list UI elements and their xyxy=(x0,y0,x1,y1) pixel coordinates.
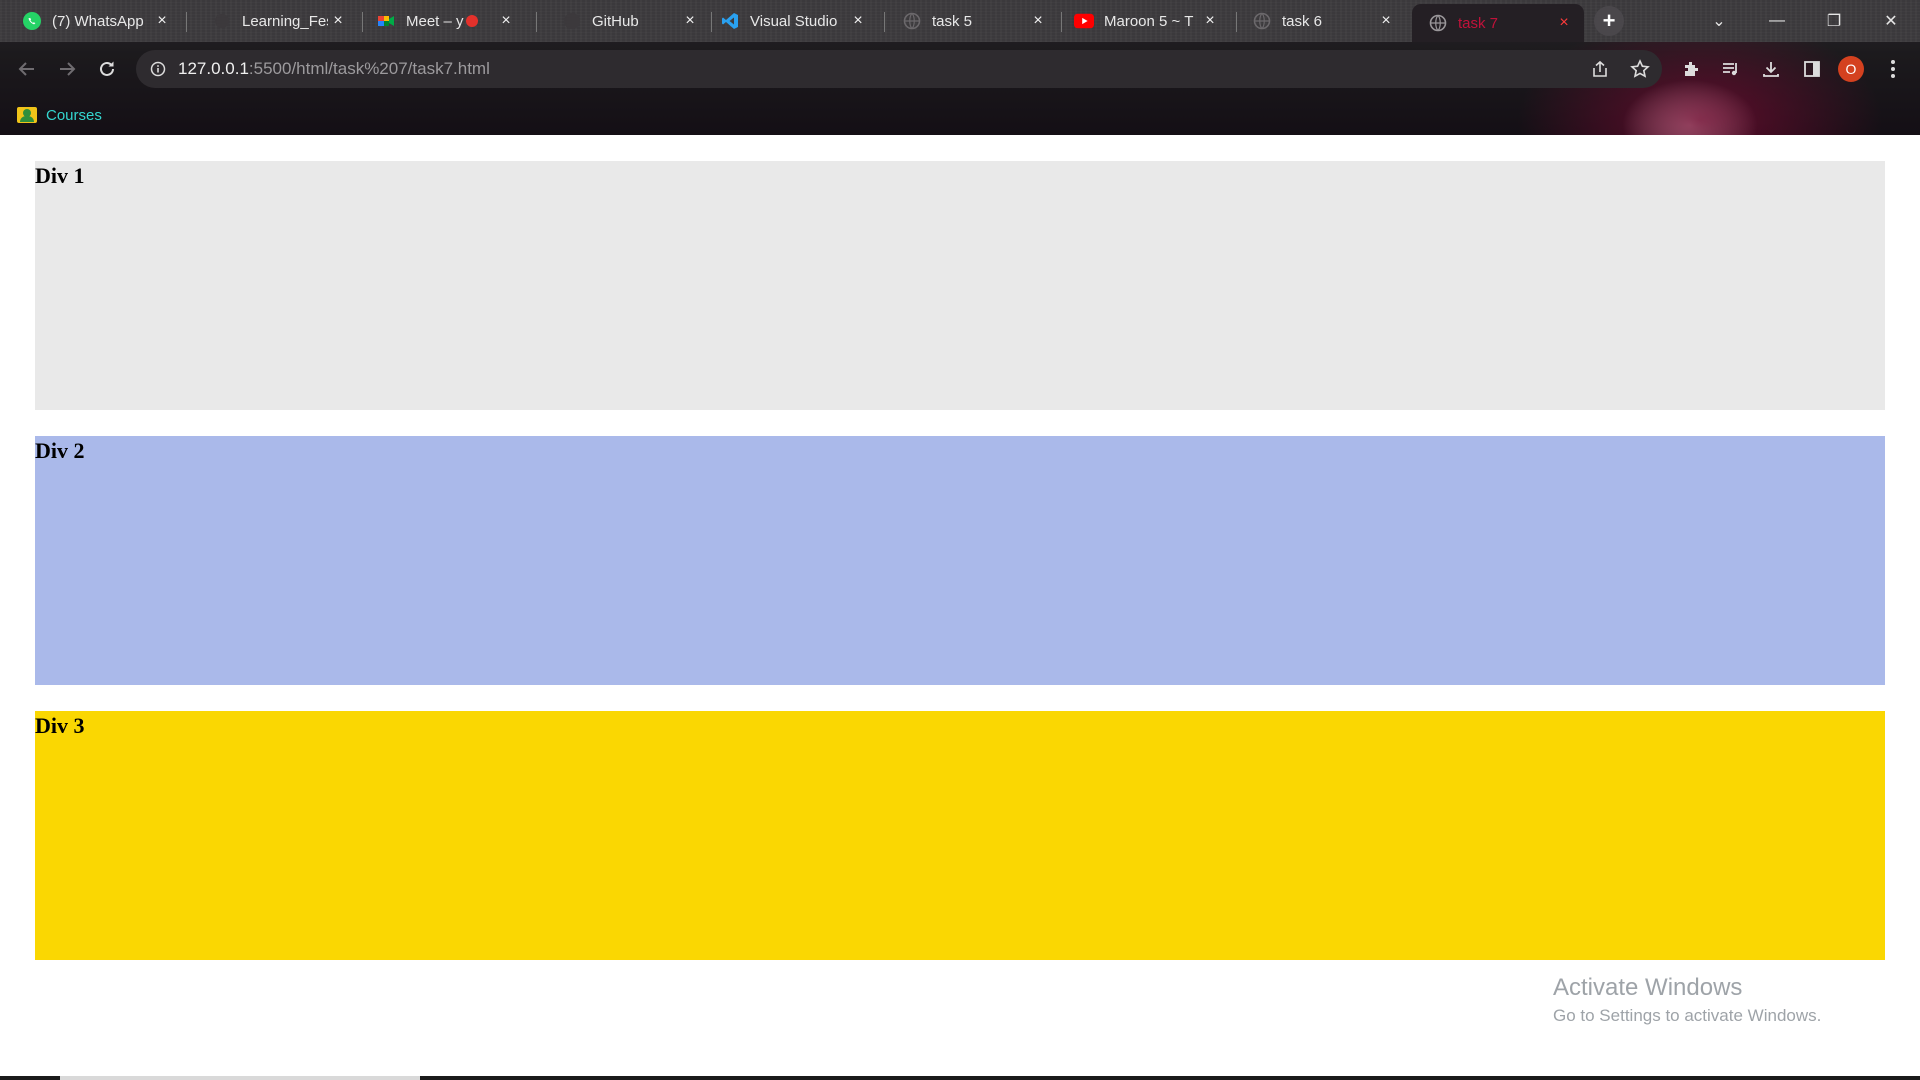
bookmark-courses[interactable]: Courses xyxy=(17,104,102,126)
div-heading: Div 2 xyxy=(35,438,85,463)
tab-maroon-5[interactable]: Maroon 5 ~ T × xyxy=(1052,4,1230,38)
tab-meet[interactable]: Meet – y × xyxy=(354,4,526,38)
watermark-title: Activate Windows xyxy=(1553,974,1743,1001)
back-arrow-icon xyxy=(18,62,34,76)
github-icon xyxy=(562,11,582,31)
bookmarks-bar: Courses xyxy=(0,96,1920,135)
side-panel-icon[interactable] xyxy=(1797,54,1827,84)
tab-separator xyxy=(536,12,537,32)
tab-learning[interactable]: Learning_Fes × xyxy=(190,4,358,38)
kebab-menu-icon[interactable] xyxy=(1878,54,1908,84)
forward-button[interactable] xyxy=(50,52,84,86)
tab-title: Learning_Fes xyxy=(242,12,328,30)
google-meet-icon xyxy=(376,11,396,31)
globe-icon xyxy=(1252,11,1272,31)
tab-search-button[interactable]: ⌄ xyxy=(1697,6,1741,36)
share-icon[interactable] xyxy=(1590,59,1610,79)
taskbar-highlight xyxy=(60,1076,420,1080)
profile-avatar[interactable]: O xyxy=(1838,56,1864,82)
watermark-subtitle: Go to Settings to activate Windows. xyxy=(1553,1006,1822,1025)
vscode-icon xyxy=(720,11,740,31)
site-info-icon[interactable] xyxy=(150,61,166,77)
bookmark-star-icon[interactable] xyxy=(1630,59,1650,79)
tab-title: Visual Studio xyxy=(750,12,838,30)
tab-github[interactable]: GitHub × xyxy=(540,4,710,38)
tab-close-icon[interactable]: × xyxy=(152,11,172,31)
minimize-button[interactable]: — xyxy=(1755,6,1799,36)
tab-task-7[interactable]: task 7 × xyxy=(1412,4,1584,42)
tab-task-5[interactable]: task 5 × xyxy=(880,4,1058,38)
recording-dot-icon xyxy=(466,15,478,27)
page-content: Div 1 Div 2 Div 3 Activate Windows Go to… xyxy=(0,135,1920,1080)
youtube-icon xyxy=(1074,11,1094,31)
tab-title: Maroon 5 ~ T xyxy=(1104,12,1194,30)
div-heading: Div 3 xyxy=(35,713,85,738)
tab-close-icon[interactable]: × xyxy=(328,11,348,31)
div-2-box: Div 2 xyxy=(35,436,1885,685)
download-icon[interactable] xyxy=(1756,54,1786,84)
tab-title: task 5 xyxy=(932,12,973,30)
globe-icon xyxy=(902,11,922,31)
forward-arrow-icon xyxy=(60,62,76,76)
reload-button[interactable] xyxy=(90,52,124,86)
tab-title: task 7 xyxy=(1458,14,1499,32)
tab-close-icon[interactable]: × xyxy=(680,11,700,31)
browser-toolbar: 127.0.0.1:5500/html/task%207/task7.html … xyxy=(0,42,1920,96)
tab-close-icon[interactable]: × xyxy=(1376,11,1396,31)
tab-title: Meet – y xyxy=(406,12,464,30)
url-path: :5500/html/task%207/task7.html xyxy=(248,59,490,78)
url-host: 127.0.0.1 xyxy=(178,59,249,78)
tab-title: task 6 xyxy=(1282,12,1323,30)
bookmark-label: Courses xyxy=(46,106,102,124)
globe-icon xyxy=(1428,13,1448,33)
div-3-box: Div 3 xyxy=(35,711,1885,960)
browser-chrome: (7) WhatsApp × Learning_Fes × Meet – y × xyxy=(0,0,1920,135)
tab-title: GitHub xyxy=(592,12,639,30)
taskbar-edge xyxy=(0,1076,1920,1080)
tab-visual-studio[interactable]: Visual Studio × xyxy=(698,4,878,38)
address-bar[interactable]: 127.0.0.1:5500/html/task%207/task7.html xyxy=(136,50,1662,88)
media-controls-icon[interactable] xyxy=(1716,54,1746,84)
blank-page-icon xyxy=(212,11,232,31)
close-window-button[interactable]: ✕ xyxy=(1869,6,1913,36)
div-1-box: Div 1 xyxy=(35,161,1885,410)
back-button[interactable] xyxy=(10,52,44,86)
restore-button[interactable]: ❐ xyxy=(1812,6,1856,36)
tab-close-icon[interactable]: × xyxy=(1028,11,1048,31)
tab-separator xyxy=(186,12,187,32)
reload-icon xyxy=(100,61,114,76)
tab-task-6[interactable]: task 6 × xyxy=(1230,4,1406,38)
google-classroom-icon xyxy=(17,107,37,123)
tab-title: (7) WhatsApp xyxy=(52,12,144,30)
activate-windows-watermark: Activate Windows Go to Settings to activ… xyxy=(1553,973,1821,1029)
tab-close-icon[interactable]: × xyxy=(1200,11,1220,31)
tab-strip: (7) WhatsApp × Learning_Fes × Meet – y × xyxy=(0,0,1920,42)
tab-close-icon[interactable]: × xyxy=(1554,13,1574,33)
div-heading: Div 1 xyxy=(35,163,85,188)
url-text[interactable]: 127.0.0.1:5500/html/task%207/task7.html xyxy=(178,59,490,79)
tab-close-icon[interactable]: × xyxy=(848,11,868,31)
whatsapp-icon xyxy=(22,11,42,31)
extensions-icon[interactable] xyxy=(1676,54,1706,84)
new-tab-button[interactable]: + xyxy=(1594,6,1624,36)
tab-whatsapp[interactable]: (7) WhatsApp × xyxy=(0,4,182,38)
tab-close-icon[interactable]: × xyxy=(496,11,516,31)
